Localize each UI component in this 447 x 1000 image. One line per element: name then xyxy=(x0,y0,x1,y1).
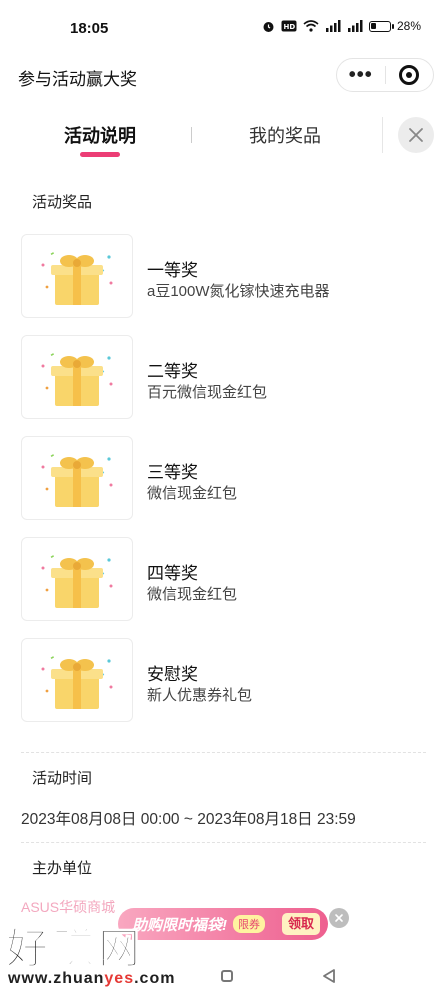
prize-name: 二等奖 xyxy=(147,362,198,381)
status-bar: 18:05 HD 28% xyxy=(0,0,447,58)
prize-item[interactable]: 三等奖 微信现金红包 xyxy=(21,436,426,520)
claim-button[interactable]: 领取 xyxy=(281,913,320,935)
prize-thumbnail xyxy=(21,234,133,318)
section-label-time: 活动时间 xyxy=(22,767,103,792)
section-label-organizer: 主办单位 xyxy=(22,857,103,882)
target-icon xyxy=(399,65,420,85)
tab-divider xyxy=(191,127,192,143)
active-tab-indicator xyxy=(80,152,120,157)
gift-box-icon xyxy=(41,353,113,406)
prize-description: 百元微信现金红包 xyxy=(147,384,268,401)
gift-box-icon xyxy=(41,656,113,709)
app-header: 参与活动赢大奖 ••• xyxy=(0,58,447,94)
close-mini-program-button[interactable] xyxy=(385,65,433,85)
system-nav-bar xyxy=(0,950,447,1000)
close-icon xyxy=(409,128,423,142)
tab-activity-description[interactable]: 活动说明 xyxy=(64,122,136,148)
divider xyxy=(21,752,426,753)
activity-time: 2023年08月08日 00:00 ~ 2023年08月18日 23:59 xyxy=(21,811,356,828)
svg-text:HD: HD xyxy=(283,23,295,31)
tab-divider xyxy=(382,117,383,153)
prize-name: 三等奖 xyxy=(147,463,198,482)
organizer-name: ASUS华硕商城 xyxy=(21,899,116,915)
prize-name: 四等奖 xyxy=(147,564,198,583)
banner-tag: 限券 xyxy=(233,915,265,933)
battery-icon xyxy=(368,20,394,32)
hd-icon: HD xyxy=(281,20,297,32)
section-label-prizes: 活动奖品 xyxy=(22,191,103,216)
prize-thumbnail xyxy=(21,638,133,722)
prize-thumbnail xyxy=(21,537,133,621)
gift-box-icon xyxy=(41,252,113,305)
status-time: 18:05 xyxy=(70,20,109,37)
prize-item[interactable]: 二等奖百元微信现金红包 xyxy=(21,335,426,419)
tab-my-prizes[interactable]: 我的奖品 xyxy=(249,122,321,148)
close-icon xyxy=(335,914,343,922)
banner-close-button[interactable] xyxy=(329,908,349,928)
signal-icon xyxy=(347,20,363,32)
prize-item[interactable]: 安慰奖新人优惠券礼包 xyxy=(21,638,426,722)
prize-description: a豆100W氮化镓快速充电器 xyxy=(147,283,330,300)
alarm-icon xyxy=(263,21,274,32)
prize-name: 安慰奖 xyxy=(147,665,198,684)
recent-apps-button[interactable] xyxy=(221,970,233,982)
divider xyxy=(21,842,426,843)
prize-name: 一等奖 xyxy=(147,261,198,280)
prize-description: 微信现金红包 xyxy=(147,586,238,603)
close-button[interactable] xyxy=(398,117,434,153)
page-title: 参与活动赢大奖 xyxy=(18,70,137,89)
prize-thumbnail xyxy=(21,436,133,520)
gift-box-icon xyxy=(41,454,113,507)
battery-fill xyxy=(370,22,376,29)
tab-bar: 活动说明 我的奖品 xyxy=(0,112,447,162)
prize-description: 新人优惠券礼包 xyxy=(147,687,253,704)
mini-program-capsule: ••• xyxy=(336,58,434,92)
gift-box-icon xyxy=(41,555,113,608)
prize-description: 微信现金红包 xyxy=(147,485,238,502)
signal-icon xyxy=(325,20,341,32)
more-button[interactable]: ••• xyxy=(337,60,385,90)
prize-item[interactable]: 四等奖 微信现金红包 xyxy=(21,537,426,621)
prize-item[interactable]: 一等奖 a豆100W氮化镓快速充电器 xyxy=(21,234,426,318)
back-icon[interactable] xyxy=(322,968,336,984)
prize-thumbnail xyxy=(21,335,133,419)
battery-percent: 28% xyxy=(396,19,421,33)
wifi-icon xyxy=(303,20,319,32)
status-icons: HD 28% xyxy=(262,19,421,33)
